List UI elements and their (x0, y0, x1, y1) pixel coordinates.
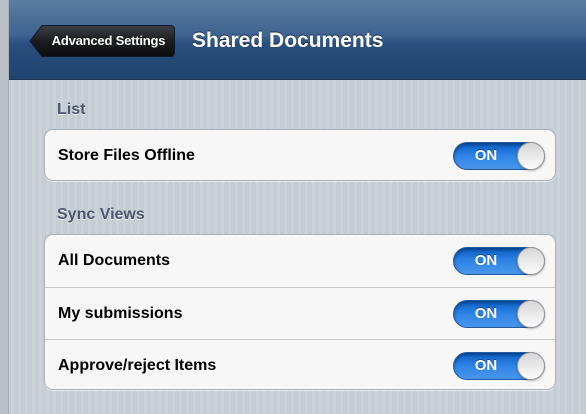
back-button[interactable]: Advanced Settings (29, 24, 176, 58)
all-documents-toggle[interactable]: ON (453, 247, 545, 275)
toggle-knob (517, 142, 545, 170)
setting-row-approve-reject-items: Approve/reject Items ON (45, 339, 555, 389)
list-settings-group: Store Files Offline ON (44, 129, 556, 181)
setting-row-my-submissions: My submissions ON (45, 287, 555, 339)
toggle-state-label: ON (474, 305, 498, 322)
page-title: Shared Documents (192, 29, 384, 52)
back-button-label: Advanced Settings (51, 33, 166, 48)
toggle-state-label: ON (474, 357, 498, 374)
store-files-offline-toggle[interactable]: ON (453, 142, 545, 170)
setting-label: Store Files Offline (58, 147, 195, 164)
sync-views-group: All Documents ON My submissions ON Appro… (44, 234, 556, 390)
section-header-sync-views: Sync Views (57, 206, 145, 223)
approve-reject-items-toggle[interactable]: ON (453, 352, 545, 380)
setting-label: Approve/reject Items (58, 357, 217, 374)
toggle-state-label: ON (474, 252, 498, 269)
toggle-knob (517, 352, 545, 380)
setting-label: My submissions (58, 305, 183, 322)
my-submissions-toggle[interactable]: ON (453, 300, 545, 328)
setting-row-store-files-offline: Store Files Offline ON (45, 130, 555, 180)
section-header-list: List (57, 101, 86, 118)
toggle-state-label: ON (474, 147, 498, 164)
toggle-knob (517, 247, 545, 275)
setting-row-all-documents: All Documents ON (45, 235, 555, 287)
split-view-divider (0, 0, 9, 414)
navigation-bar: Advanced Settings Shared Documents (9, 0, 586, 80)
setting-label: All Documents (58, 252, 171, 269)
toggle-knob (517, 300, 545, 328)
